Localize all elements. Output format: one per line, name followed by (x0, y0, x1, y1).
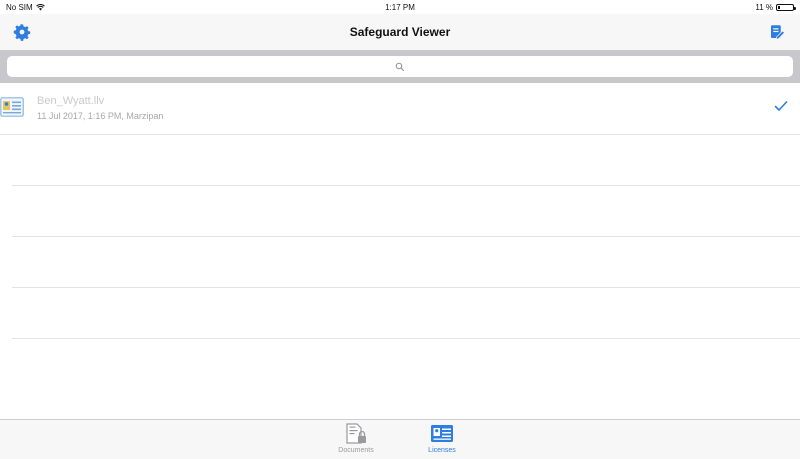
tab-documents[interactable]: Documents (321, 423, 391, 459)
license-name: Ben_Wyatt.llv (37, 95, 105, 107)
page-title: Safeguard Viewer (349, 25, 451, 39)
tab-licenses[interactable]: Licenses (407, 423, 477, 459)
search-input[interactable] (7, 56, 797, 79)
license-list: Ben_Wyatt.llv 11 Jul 2017, 1:16 PM, Marz… (0, 83, 800, 389)
battery-fill (778, 6, 780, 9)
tab-bar: Documents Licenses (0, 419, 800, 459)
compose-license-icon[interactable] (768, 23, 786, 41)
document-lock-icon (346, 423, 366, 444)
status-time: 1:17 PM (385, 3, 415, 12)
license-row[interactable]: Ben_Wyatt.llv 11 Jul 2017, 1:16 PM, Marz… (0, 83, 800, 135)
empty-row (12, 186, 800, 237)
tab-licenses-label: Licenses (428, 447, 456, 454)
empty-row (12, 237, 800, 288)
status-right: 11 % (755, 3, 796, 12)
battery-icon (776, 4, 796, 11)
search-bar (0, 50, 800, 83)
license-card-icon (431, 425, 453, 442)
empty-row (12, 135, 800, 186)
search-field[interactable] (7, 56, 797, 79)
license-meta: 11 Jul 2017, 1:16 PM, Marzipan (37, 111, 164, 121)
license-card-icon (0, 97, 24, 117)
tab-documents-label: Documents (338, 447, 374, 454)
empty-row (12, 288, 800, 339)
battery-percent: 11 % (755, 3, 773, 12)
empty-row (12, 339, 800, 389)
checkmark-icon[interactable] (774, 100, 788, 112)
status-bar: No SIM 1:17 PM 11 % (0, 0, 800, 14)
navigation-bar: Safeguard Viewer (0, 14, 800, 50)
